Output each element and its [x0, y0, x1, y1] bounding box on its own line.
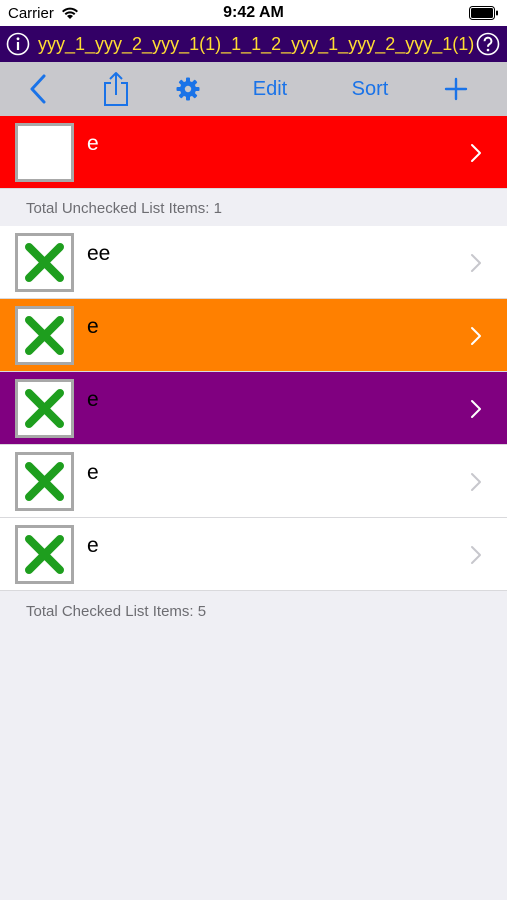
check-x-icon [25, 243, 64, 282]
item-label: e [87, 534, 99, 557]
check-x-icon [25, 389, 64, 428]
list-item-unchecked[interactable]: e [0, 116, 507, 189]
checkbox[interactable] [15, 379, 74, 438]
checkbox[interactable] [15, 452, 74, 511]
check-x-icon [25, 535, 64, 574]
item-label: e [87, 388, 99, 411]
list-item-checked[interactable]: e [0, 445, 507, 518]
chevron-right-icon [470, 326, 482, 351]
plus-icon [444, 77, 468, 101]
edit-button[interactable]: Edit [244, 62, 296, 116]
item-label: ee [87, 242, 111, 265]
list-title-bar: yyy_1_yyy_2_yyy_1(1)_1_1_2_yyy_1_yyy_2_y… [0, 26, 507, 62]
back-button[interactable] [20, 62, 56, 116]
settings-button[interactable] [170, 62, 206, 116]
share-button[interactable] [98, 62, 134, 116]
chevron-right-icon [470, 472, 482, 497]
toolbar: Edit Sort [0, 62, 507, 116]
checked-count-footer: Total Checked List Items: 5 [26, 603, 207, 620]
list-item-checked[interactable]: e [0, 299, 507, 372]
checkbox[interactable] [15, 123, 74, 182]
chevron-right-icon [470, 545, 482, 570]
check-x-icon [25, 462, 64, 501]
chevron-right-icon [470, 143, 482, 168]
chevron-right-icon [470, 253, 482, 278]
list-item-checked[interactable]: e [0, 372, 507, 445]
unchecked-count-footer: Total Unchecked List Items: 1 [26, 200, 222, 217]
checkbox[interactable] [15, 306, 74, 365]
clock-time: 9:42 AM [223, 4, 284, 21]
list-title: yyy_1_yyy_2_yyy_1(1)_1_1_2_yyy_1_yyy_2_y… [38, 34, 474, 54]
share-icon [104, 72, 128, 106]
info-icon[interactable] [6, 32, 30, 56]
item-label: e [87, 132, 99, 155]
list-item-checked[interactable]: ee [0, 226, 507, 299]
gear-icon [176, 77, 200, 101]
item-label: e [87, 315, 99, 338]
add-item-button[interactable] [438, 62, 474, 116]
battery-icon [469, 6, 499, 25]
chevron-right-icon [470, 399, 482, 424]
help-icon[interactable] [476, 32, 500, 56]
item-label: e [87, 461, 99, 484]
checkbox[interactable] [15, 233, 74, 292]
sort-button[interactable]: Sort [342, 62, 398, 116]
status-bar: Carrier 9:42 AM [0, 0, 507, 26]
list-item-checked[interactable]: e [0, 518, 507, 591]
back-chevron-icon [30, 74, 46, 104]
check-x-icon [25, 316, 64, 355]
checkbox[interactable] [15, 525, 74, 584]
